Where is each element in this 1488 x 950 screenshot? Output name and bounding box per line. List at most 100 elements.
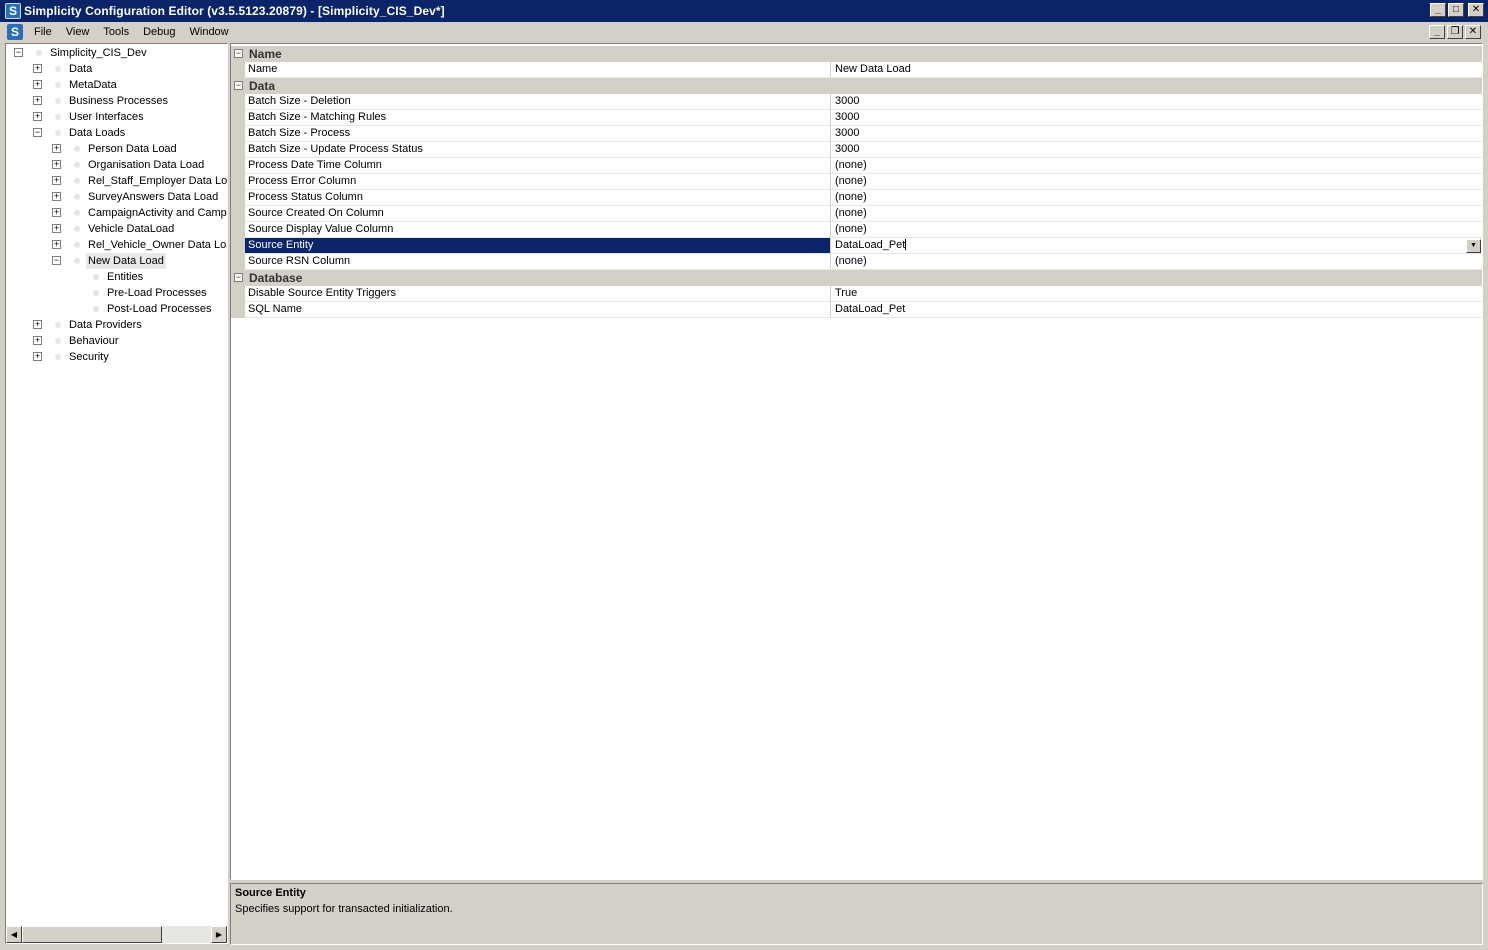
tree-node-label: CampaignActivity and Campaign: [88, 207, 227, 219]
property-value[interactable]: (none): [831, 254, 1482, 270]
property-name[interactable]: Name: [245, 62, 831, 78]
menu-view[interactable]: View: [59, 26, 97, 38]
property-name[interactable]: Source RSN Column: [245, 254, 831, 270]
tree-node-label: New Data Load: [86, 253, 166, 269]
scroll-right-icon[interactable]: ▶: [211, 926, 227, 943]
property-value[interactable]: New Data Load: [831, 62, 1482, 78]
property-value[interactable]: 3000: [831, 110, 1482, 126]
mdi-close-button[interactable]: ✕: [1465, 25, 1481, 39]
property-value[interactable]: 3000: [831, 126, 1482, 142]
collapse-icon[interactable]: −: [52, 256, 61, 265]
expand-icon[interactable]: +: [52, 240, 61, 249]
collapse-icon[interactable]: −: [234, 49, 243, 58]
category-database[interactable]: − Database: [231, 270, 1482, 286]
property-name[interactable]: Batch Size - Matching Rules: [245, 110, 831, 126]
property-name[interactable]: Source Display Value Column: [245, 222, 831, 238]
expand-icon[interactable]: +: [52, 176, 61, 185]
collapse-icon[interactable]: −: [33, 128, 42, 137]
row-gutter: [231, 286, 245, 302]
property-name[interactable]: Batch Size - Process: [245, 126, 831, 142]
expand-icon[interactable]: +: [52, 224, 61, 233]
property-name[interactable]: Batch Size - Deletion: [245, 94, 831, 110]
node-icon: [74, 226, 80, 232]
tree-node-label: Rel_Vehicle_Owner Data Load: [88, 239, 228, 251]
text-caret: [905, 239, 907, 250]
property-value[interactable]: (none): [831, 206, 1482, 222]
property-row-source-display-value-column[interactable]: Source Display Value Column (none): [231, 222, 1482, 238]
collapse-icon[interactable]: −: [234, 273, 243, 282]
property-value[interactable]: (none): [831, 222, 1482, 238]
menu-file[interactable]: File: [27, 26, 59, 38]
property-value[interactable]: True: [831, 286, 1482, 302]
expand-icon[interactable]: +: [33, 64, 42, 73]
tree-node-label: Security: [69, 351, 109, 363]
mdi-minimize-button[interactable]: _: [1429, 25, 1445, 39]
property-value[interactable]: DataLoad_Pet: [835, 239, 905, 251]
property-name[interactable]: SQL Name: [245, 302, 831, 318]
property-row-process-date-time-column[interactable]: Process Date Time Column (none): [231, 158, 1482, 174]
property-row-source-created-on-column[interactable]: Source Created On Column (none): [231, 206, 1482, 222]
property-row-process-status-column[interactable]: Process Status Column (none): [231, 190, 1482, 206]
document-icon[interactable]: S: [7, 24, 23, 40]
close-button[interactable]: ✕: [1468, 3, 1484, 17]
expand-icon[interactable]: +: [52, 208, 61, 217]
property-row-sql-name[interactable]: SQL Name DataLoad_Pet: [231, 302, 1482, 318]
property-value[interactable]: 3000: [831, 94, 1482, 110]
tree-horizontal-scrollbar[interactable]: ◀ ▶: [6, 926, 227, 943]
expand-icon[interactable]: +: [33, 352, 42, 361]
category-name[interactable]: − Name: [231, 46, 1482, 62]
node-icon: [74, 242, 80, 248]
property-row-batch-size-matching-rules[interactable]: Batch Size - Matching Rules 3000: [231, 110, 1482, 126]
property-name[interactable]: Source Created On Column: [245, 206, 831, 222]
expand-icon[interactable]: +: [33, 112, 42, 121]
expand-icon[interactable]: +: [52, 160, 61, 169]
row-gutter: [231, 238, 245, 254]
collapse-icon[interactable]: −: [234, 81, 243, 90]
property-grid[interactable]: − Name Name New Data Load − Data Batch S…: [230, 43, 1483, 880]
scroll-track[interactable]: [162, 926, 211, 943]
node-icon: [74, 194, 80, 200]
property-name[interactable]: Process Error Column: [245, 174, 831, 190]
minimize-button[interactable]: _: [1430, 3, 1446, 17]
scroll-left-icon[interactable]: ◀: [6, 926, 22, 943]
property-value[interactable]: DataLoad_Pet: [831, 302, 1482, 318]
property-row-disable-source-entity-triggers[interactable]: Disable Source Entity Triggers True: [231, 286, 1482, 302]
scroll-thumb[interactable]: [22, 926, 162, 943]
property-name[interactable]: Process Status Column: [245, 190, 831, 206]
maximize-button[interactable]: □: [1448, 3, 1464, 17]
mdi-restore-button[interactable]: ❐: [1447, 25, 1463, 39]
node-icon: [74, 178, 80, 184]
category-data[interactable]: − Data: [231, 78, 1482, 94]
tree-node-label: Entities: [107, 271, 144, 283]
expand-icon[interactable]: +: [33, 320, 42, 329]
property-value[interactable]: (none): [831, 158, 1482, 174]
expand-icon[interactable]: +: [52, 192, 61, 201]
description-text: Specifies support for transacted initial…: [235, 903, 453, 915]
property-row-name[interactable]: Name New Data Load: [231, 62, 1482, 78]
expand-icon[interactable]: +: [52, 144, 61, 153]
property-value[interactable]: (none): [831, 190, 1482, 206]
property-row-source-entity[interactable]: Source Entity DataLoad_Pet ▼: [231, 238, 1482, 254]
property-value[interactable]: (none): [831, 174, 1482, 190]
property-name[interactable]: Batch Size - Update Process Status: [245, 142, 831, 158]
tree-view[interactable]: − Simplicity_CIS_Dev + Data + MetaData +…: [5, 43, 228, 944]
collapse-icon[interactable]: −: [14, 48, 23, 57]
property-row-batch-size-update-process-status[interactable]: Batch Size - Update Process Status 3000: [231, 142, 1482, 158]
menu-tools[interactable]: Tools: [96, 26, 136, 38]
property-row-source-rsn-column[interactable]: Source RSN Column (none): [231, 254, 1482, 270]
source-entity-editor[interactable]: DataLoad_Pet: [831, 238, 1482, 254]
expand-icon[interactable]: +: [33, 336, 42, 345]
property-row-process-error-column[interactable]: Process Error Column (none): [231, 174, 1482, 190]
property-name[interactable]: Process Date Time Column: [245, 158, 831, 174]
dropdown-arrow-icon[interactable]: ▼: [1466, 239, 1481, 253]
menu-debug[interactable]: Debug: [136, 26, 182, 38]
property-row-batch-size-deletion[interactable]: Batch Size - Deletion 3000: [231, 94, 1482, 110]
property-value[interactable]: 3000: [831, 142, 1482, 158]
property-row-batch-size-process[interactable]: Batch Size - Process 3000: [231, 126, 1482, 142]
property-name[interactable]: Source Entity: [245, 238, 831, 254]
expand-icon[interactable]: +: [33, 96, 42, 105]
node-icon: [36, 50, 42, 56]
menu-window[interactable]: Window: [183, 26, 236, 38]
expand-icon[interactable]: +: [33, 80, 42, 89]
property-name[interactable]: Disable Source Entity Triggers: [245, 286, 831, 302]
